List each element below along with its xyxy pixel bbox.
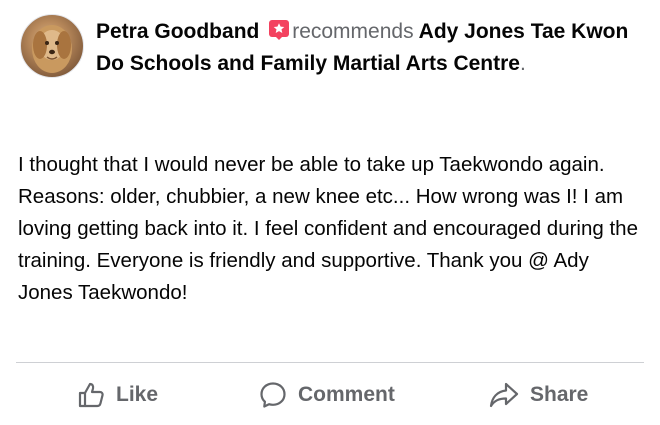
- recommendation-post: Petra Goodband recommends Ady Jones Tae …: [0, 0, 660, 425]
- action-divider: [16, 362, 644, 363]
- recommends-verb: recommends: [292, 20, 414, 43]
- post-body-text: I thought that I would never be able to …: [18, 153, 638, 304]
- share-label: Share: [530, 383, 589, 406]
- like-button[interactable]: Like: [76, 370, 158, 420]
- post-headline: Petra Goodband recommends Ady Jones Tae …: [96, 16, 636, 80]
- share-arrow-icon: [489, 382, 519, 408]
- comment-bubble-icon: [260, 382, 286, 408]
- like-label: Like: [116, 383, 159, 406]
- comment-button[interactable]: Comment: [258, 370, 395, 420]
- headline-period: .: [519, 52, 526, 75]
- comment-label: Comment: [298, 383, 395, 406]
- share-button[interactable]: Share: [488, 370, 588, 420]
- author-name[interactable]: Petra Goodband: [96, 20, 259, 43]
- recommend-star-icon: [269, 20, 290, 40]
- post-action-bar: Like Comment Share: [16, 370, 644, 420]
- avatar[interactable]: [20, 14, 84, 78]
- thumbs-up-icon: [78, 382, 104, 408]
- avatar-dog-image: [32, 25, 72, 73]
